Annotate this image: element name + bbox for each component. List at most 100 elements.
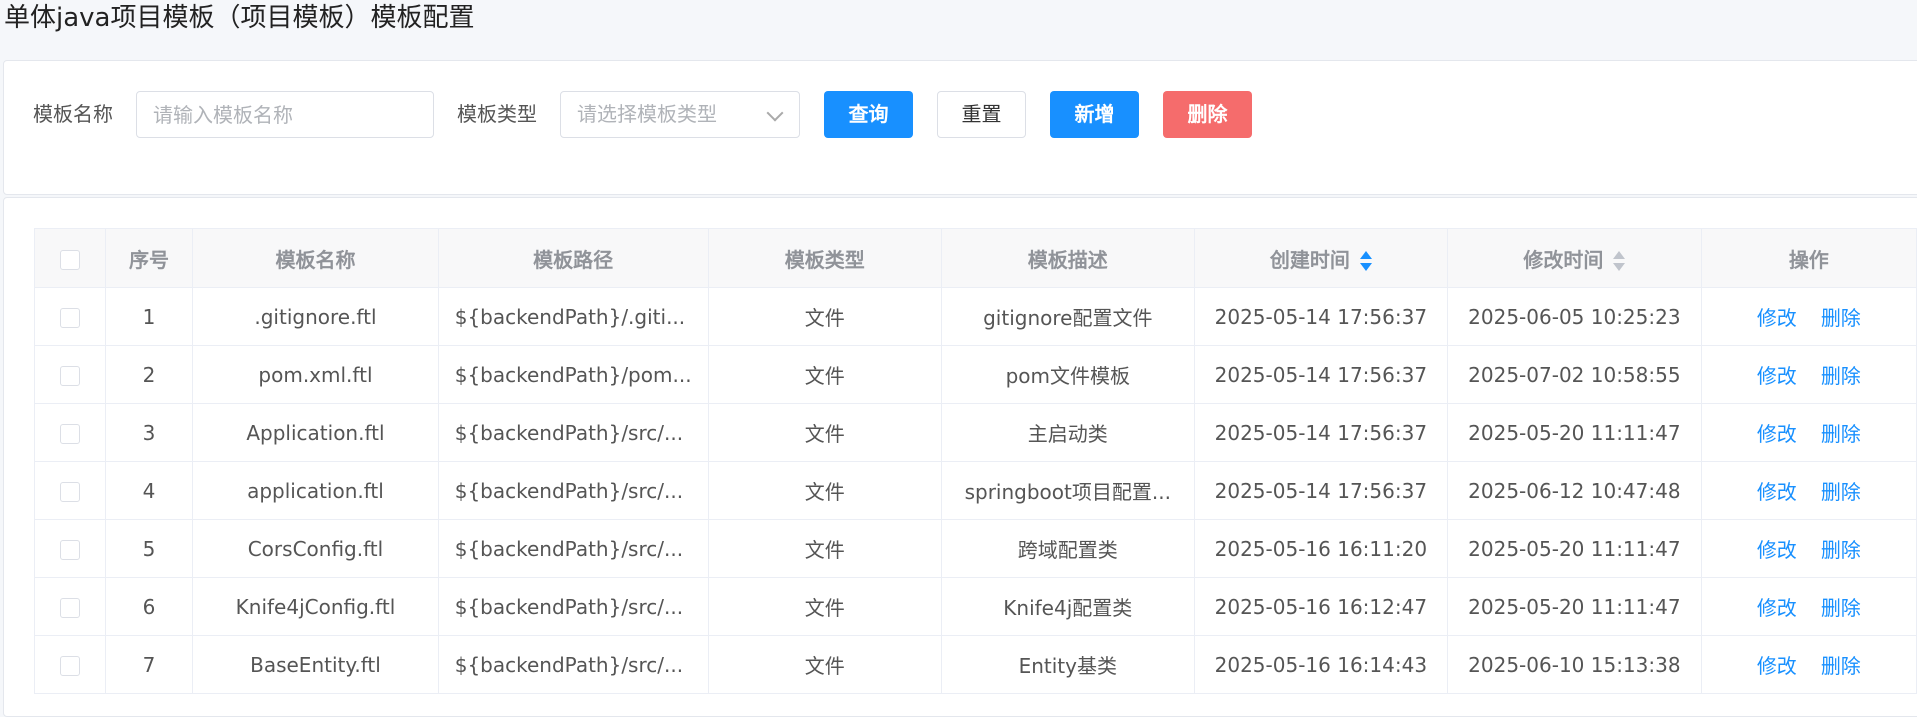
delete-link[interactable]: 删除 xyxy=(1821,538,1861,562)
cell-actions: 修改 删除 xyxy=(1700,577,1917,636)
sort-icon[interactable] xyxy=(1359,250,1372,272)
select-all-checkbox[interactable] xyxy=(59,249,80,270)
query-button[interactable]: 查询 xyxy=(824,91,913,138)
cell-actions: 修改 删除 xyxy=(1700,635,1917,694)
table-row[interactable]: 2 pom.xml.ftl ${backendPath}/pom... 文件 pom文件… xyxy=(34,345,1917,404)
cell-actions: 修改 删除 xyxy=(1700,519,1917,578)
cell-created: 2025-05-14 17:56:37 xyxy=(1193,287,1449,346)
row-select-cell xyxy=(34,461,106,520)
header-created-label: 创建时间 xyxy=(1269,247,1350,272)
table-row[interactable]: 6 Knife4jConfig.ftl ${backendPath}/src/...… xyxy=(34,577,1917,636)
delete-link[interactable]: 删除 xyxy=(1821,596,1861,620)
edit-link[interactable]: 修改 xyxy=(1757,480,1797,504)
row-select-cell xyxy=(34,287,106,346)
add-button[interactable]: 新增 xyxy=(1050,91,1139,138)
cell-index: 2 xyxy=(104,345,194,404)
cell-desc: 主启动类 xyxy=(940,403,1195,462)
header-modified[interactable]: 修改时间 xyxy=(1447,228,1702,288)
cell-index: 5 xyxy=(104,519,194,578)
edit-link[interactable]: 修改 xyxy=(1757,306,1797,330)
edit-link[interactable]: 修改 xyxy=(1757,422,1797,446)
table-row[interactable]: 4 application.ftl ${backendPath}/src/... 文件… xyxy=(34,461,1917,520)
cell-path: ${backendPath}/src/... xyxy=(437,577,709,636)
cell-name: CorsConfig.ftl xyxy=(192,519,439,578)
select-all-cell xyxy=(34,228,106,288)
cell-index: 7 xyxy=(104,635,194,694)
table-header-row: 序号 模板名称 模板路径 模板类型 模板描述 创建时间 修改时间 操作 xyxy=(34,228,1917,288)
cell-name: .gitignore.ftl xyxy=(192,287,439,346)
template-name-input[interactable] xyxy=(136,91,434,138)
cell-path: ${backendPath}/src/... xyxy=(437,635,709,694)
cell-modified: 2025-05-20 11:11:47 xyxy=(1447,519,1702,578)
cell-type: 文件 xyxy=(707,345,942,404)
table-row[interactable]: 7 BaseEntity.ftl ${backendPath}/src/... 文件 E… xyxy=(34,635,1917,694)
reset-button[interactable]: 重置 xyxy=(937,91,1026,138)
row-checkbox[interactable] xyxy=(59,366,80,386)
edit-link[interactable]: 修改 xyxy=(1757,364,1797,388)
batch-delete-button[interactable]: 删除 xyxy=(1163,91,1252,138)
cell-actions: 修改 删除 xyxy=(1700,461,1917,520)
header-created[interactable]: 创建时间 xyxy=(1193,228,1449,288)
edit-link[interactable]: 修改 xyxy=(1757,654,1797,678)
sort-icon[interactable] xyxy=(1613,250,1626,272)
cell-modified: 2025-06-10 15:13:38 xyxy=(1447,635,1702,694)
cell-path: ${backendPath}/src/... xyxy=(437,461,709,520)
edit-link[interactable]: 修改 xyxy=(1757,538,1797,562)
cell-type: 文件 xyxy=(707,519,942,578)
table-row[interactable]: 5 CorsConfig.ftl ${backendPath}/src/... 文件跨… xyxy=(34,519,1917,578)
template-name-label: 模板名称 xyxy=(33,102,113,126)
cell-name: Application.ftl xyxy=(192,403,439,462)
template-type-placeholder: 请选择模板类型 xyxy=(577,102,717,126)
row-checkbox[interactable] xyxy=(59,424,80,444)
cell-type: 文件 xyxy=(707,403,942,462)
cell-actions: 修改 删除 xyxy=(1700,403,1917,462)
cell-desc: Entity基类 xyxy=(940,635,1195,694)
cell-created: 2025-05-14 17:56:37 xyxy=(1193,461,1449,520)
page-title: 单体java项目模板（项目模板）模板配置 xyxy=(4,3,475,33)
table-row[interactable]: 3 Application.ftl ${backendPath}/src/... 文件… xyxy=(34,403,1917,462)
row-select-cell xyxy=(34,577,106,636)
cell-path: ${backendPath}/.giti... xyxy=(437,287,709,346)
cell-modified: 2025-06-12 10:47:48 xyxy=(1447,461,1702,520)
cell-modified: 2025-07-02 10:58:55 xyxy=(1447,345,1702,404)
delete-link[interactable]: 删除 xyxy=(1821,480,1861,504)
header-index: 序号 xyxy=(104,228,194,288)
cell-type: 文件 xyxy=(707,287,942,346)
cell-name: BaseEntity.ftl xyxy=(192,635,439,694)
cell-desc: Knife4j配置类 xyxy=(940,577,1195,636)
delete-link[interactable]: 删除 xyxy=(1821,422,1861,446)
cell-type: 文件 xyxy=(707,461,942,520)
cell-desc: 跨域配置类 xyxy=(940,519,1195,578)
table-body: 1 .gitignore.ftl ${backendPath}/.giti... 文件… xyxy=(34,287,1917,694)
template-type-select[interactable]: 请选择模板类型 xyxy=(560,91,800,138)
header-path: 模板路径 xyxy=(437,228,709,288)
cell-name: application.ftl xyxy=(192,461,439,520)
row-checkbox[interactable] xyxy=(59,540,80,560)
delete-link[interactable]: 删除 xyxy=(1821,364,1861,388)
edit-link[interactable]: 修改 xyxy=(1757,596,1797,620)
row-checkbox[interactable] xyxy=(59,598,80,618)
cell-actions: 修改 删除 xyxy=(1700,345,1917,404)
cell-path: ${backendPath}/src/... xyxy=(437,403,709,462)
row-select-cell xyxy=(34,519,106,578)
row-checkbox[interactable] xyxy=(59,482,80,502)
cell-modified: 2025-05-20 11:11:47 xyxy=(1447,577,1702,636)
table-row[interactable]: 1 .gitignore.ftl ${backendPath}/.giti... 文件… xyxy=(34,287,1917,346)
cell-desc: springboot项目配置... xyxy=(940,461,1195,520)
cell-desc: gitignore配置文件 xyxy=(940,287,1195,346)
row-select-cell xyxy=(34,345,106,404)
cell-index: 1 xyxy=(104,287,194,346)
delete-link[interactable]: 删除 xyxy=(1821,654,1861,678)
cell-created: 2025-05-14 17:56:37 xyxy=(1193,345,1449,404)
row-select-cell xyxy=(34,635,106,694)
delete-link[interactable]: 删除 xyxy=(1821,306,1861,330)
cell-name: pom.xml.ftl xyxy=(192,345,439,404)
row-checkbox[interactable] xyxy=(59,308,80,328)
cell-path: ${backendPath}/pom... xyxy=(437,345,709,404)
row-checkbox[interactable] xyxy=(59,656,80,676)
cell-index: 3 xyxy=(104,403,194,462)
cell-created: 2025-05-14 17:56:37 xyxy=(1193,403,1449,462)
cell-modified: 2025-06-05 10:25:23 xyxy=(1447,287,1702,346)
cell-created: 2025-05-16 16:12:47 xyxy=(1193,577,1449,636)
cell-modified: 2025-05-20 11:11:47 xyxy=(1447,403,1702,462)
